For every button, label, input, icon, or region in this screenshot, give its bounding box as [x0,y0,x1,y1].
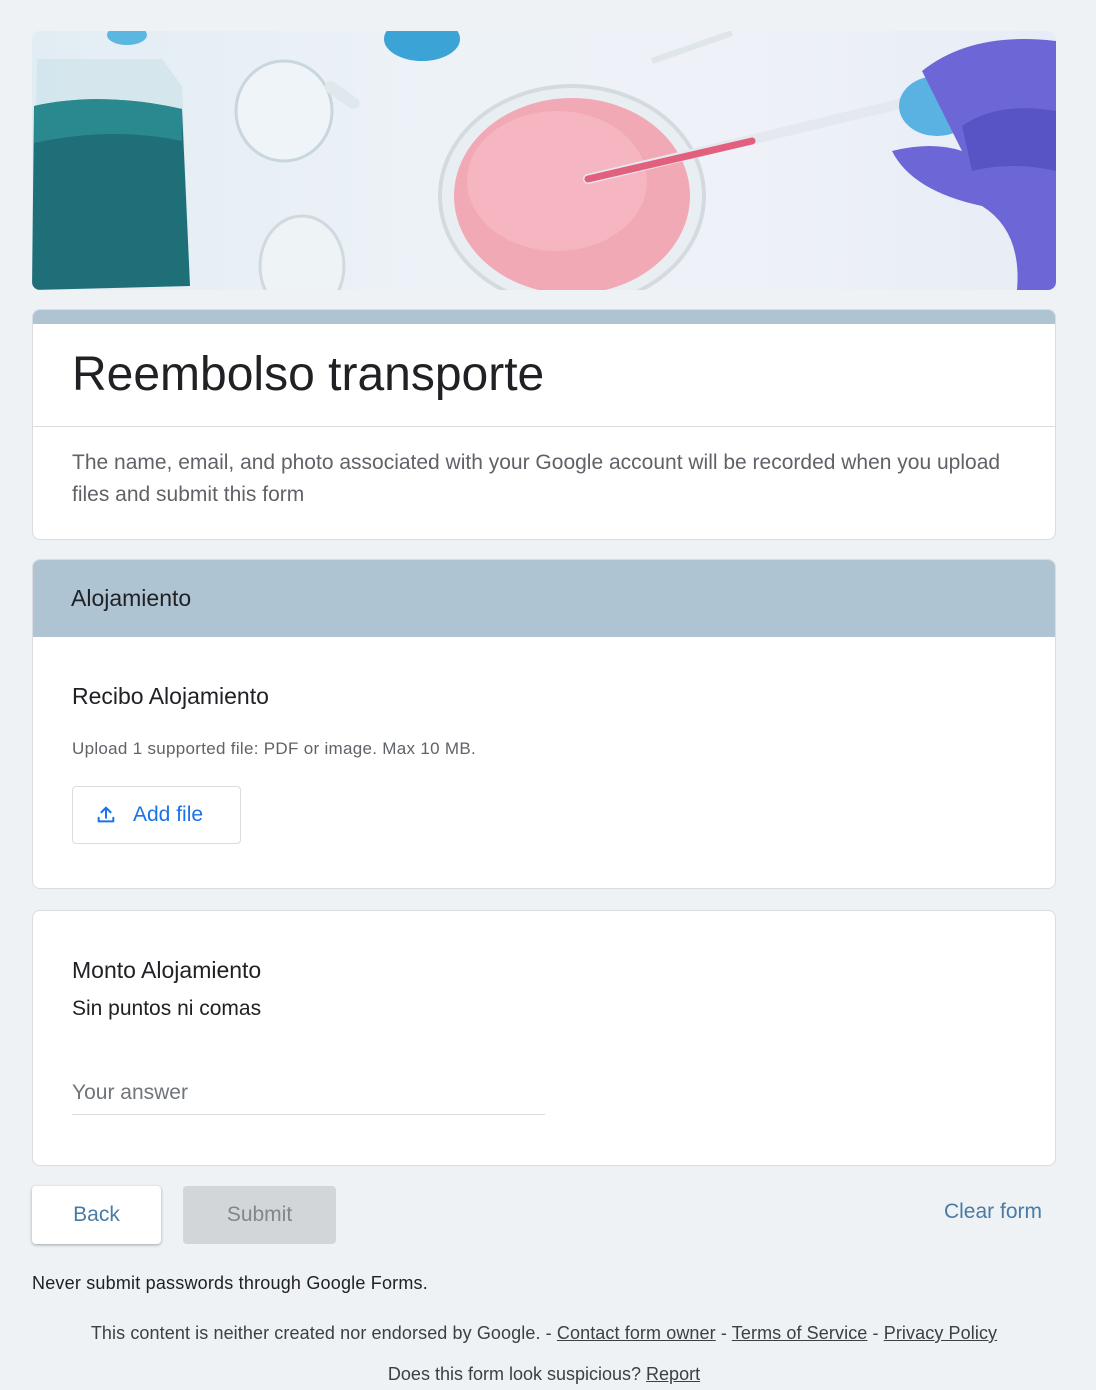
form-actions: Back Submit Clear form [32,1186,1056,1244]
amount-question-title: Monto Alojamiento [72,957,262,983]
upload-icon [95,804,117,826]
account-recording-notice: The name, email, and photo associated wi… [72,451,1001,506]
suspicious-text: Does this form look suspicious? [387,1364,642,1384]
add-file-label: Add file [133,803,204,826]
section-card: Alojamiento Recibo Alojamiento Upload 1 … [32,559,1056,889]
banner-illustration [32,31,1056,290]
footer-disclaimer: This content is neither created nor endo… [32,1323,1056,1344]
amount-question-description: Sin puntos ni comas [72,997,262,1020]
add-file-button[interactable]: Add file [72,786,241,844]
amount-question-card: Monto Alojamiento Sin puntos ni comas [32,910,1056,1166]
terms-of-service-link[interactable]: Terms of Service [732,1323,868,1343]
title-area: Reembolso transporte [33,324,1055,427]
form-page: Reembolso transporte The name, email, an… [32,31,1056,1385]
disclaimer-text: This content is neither created nor endo… [90,1323,552,1343]
contact-form-owner-link[interactable]: Contact form owner [557,1323,716,1343]
form-title-card: Reembolso transporte The name, email, an… [32,309,1056,540]
upload-question: Recibo Alojamiento Upload 1 supported fi… [33,637,1055,888]
back-button[interactable]: Back [32,1186,161,1244]
footer-separator: - [720,1323,727,1343]
upload-question-title: Recibo Alojamiento [72,683,269,709]
report-link[interactable]: Report [646,1364,700,1384]
form-title: Reembolso transporte [72,348,545,401]
upload-question-help: Upload 1 supported file: PDF or image. M… [72,739,476,758]
password-warning: Never submit passwords through Google Fo… [32,1273,428,1293]
footer-separator: - [872,1323,879,1343]
section-title: Alojamiento [33,560,1055,637]
title-card-accent-bar [33,310,1055,324]
suspicious-form-notice: Does this form look suspicious? Report [32,1364,1056,1385]
header-banner-image [32,31,1056,290]
submit-button[interactable]: Submit [183,1186,336,1244]
privacy-policy-link[interactable]: Privacy Policy [884,1323,997,1343]
clear-form-button[interactable]: Clear form [944,1200,1042,1224]
amount-answer-input[interactable] [72,1077,545,1115]
